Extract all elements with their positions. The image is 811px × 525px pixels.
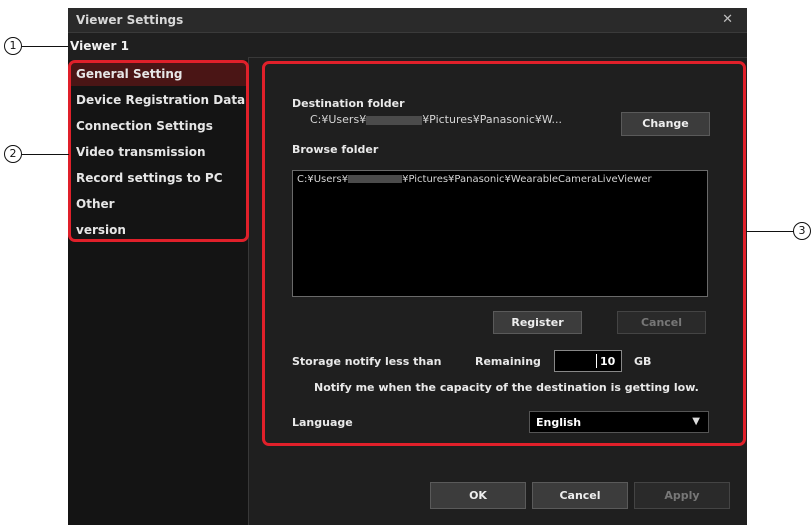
cancel-button[interactable]: Cancel bbox=[532, 482, 628, 509]
viewer-label: Viewer 1 bbox=[70, 39, 129, 53]
apply-button[interactable]: Apply bbox=[634, 482, 730, 509]
marker-3-line bbox=[746, 231, 794, 232]
marker-2: 2 bbox=[4, 145, 22, 163]
ok-button[interactable]: OK bbox=[430, 482, 526, 509]
header-divider bbox=[248, 57, 747, 58]
title-bar: Viewer Settings ✕ bbox=[68, 8, 747, 33]
callout-box-sidebar bbox=[68, 60, 249, 242]
marker-3: 3 bbox=[793, 222, 811, 240]
window-title: Viewer Settings bbox=[76, 13, 184, 27]
close-icon[interactable]: ✕ bbox=[722, 12, 733, 27]
marker-1-line bbox=[22, 46, 68, 47]
callout-box-settings bbox=[262, 61, 746, 446]
marker-1: 1 bbox=[4, 37, 22, 55]
marker-2-line bbox=[22, 154, 69, 155]
